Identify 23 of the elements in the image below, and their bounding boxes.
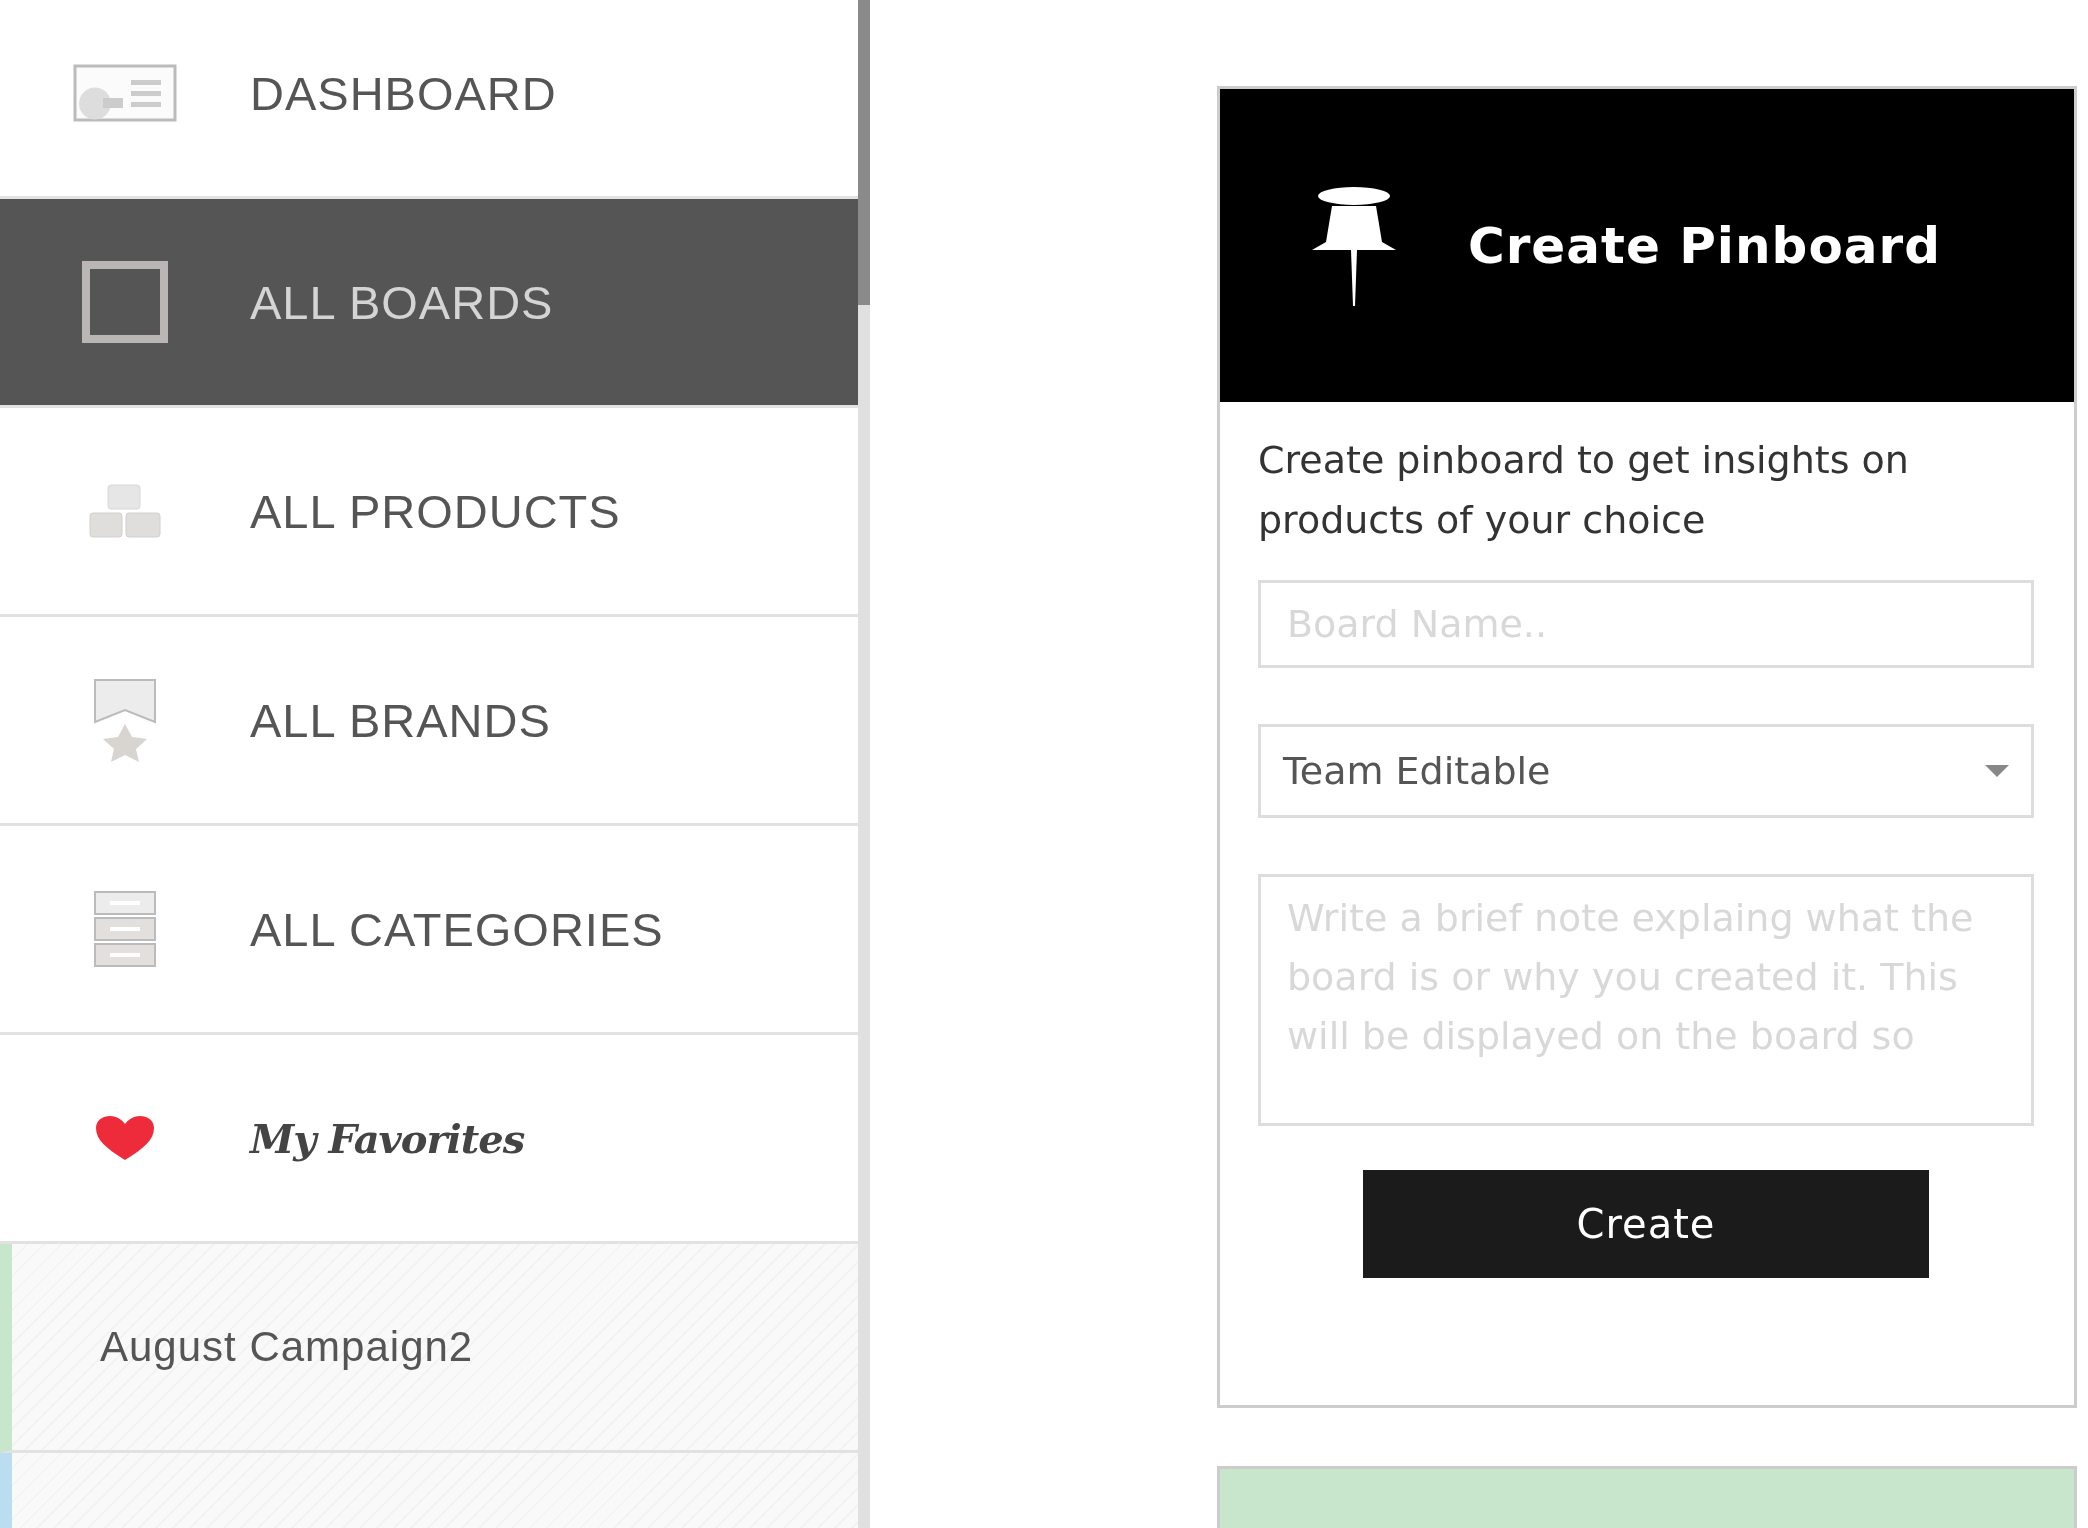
nav-item[interactable]: ALL BOARDS: [0, 199, 858, 408]
caret-icon: [1985, 765, 2009, 777]
panel-description: Create pinboard to get insights on products of your choice: [1258, 437, 1910, 544]
boxes-icon: [88, 483, 162, 539]
board-name: August Campaign2: [99, 1323, 474, 1371]
nav-label: ALL BRANDS: [250, 692, 551, 748]
create-button[interactable]: Create: [1363, 1170, 1929, 1278]
nav-label: ALL CATEGORIES: [250, 901, 664, 957]
nav-label: DASHBOARD: [250, 65, 557, 121]
pushpin-icon: [1310, 185, 1398, 306]
ribbon-star-icon: [93, 678, 157, 762]
panel-title: Create Pinboard: [1468, 216, 1941, 275]
heart-icon: [96, 1116, 154, 1160]
nav-label: My Favorites: [250, 1114, 525, 1162]
scrollbar[interactable]: [858, 0, 870, 1528]
board-item[interactable]: August Campaign2: [0, 1244, 858, 1453]
nav-label: ALL PRODUCTS: [250, 483, 621, 539]
square-icon: [82, 261, 168, 343]
access-select[interactable]: Team Editable: [1258, 724, 2034, 818]
drawers-icon: [94, 891, 156, 967]
dashboard-icon: [73, 64, 177, 122]
nav-label: ALL BOARDS: [250, 274, 554, 330]
scrollbar-thumb[interactable]: [858, 0, 870, 305]
